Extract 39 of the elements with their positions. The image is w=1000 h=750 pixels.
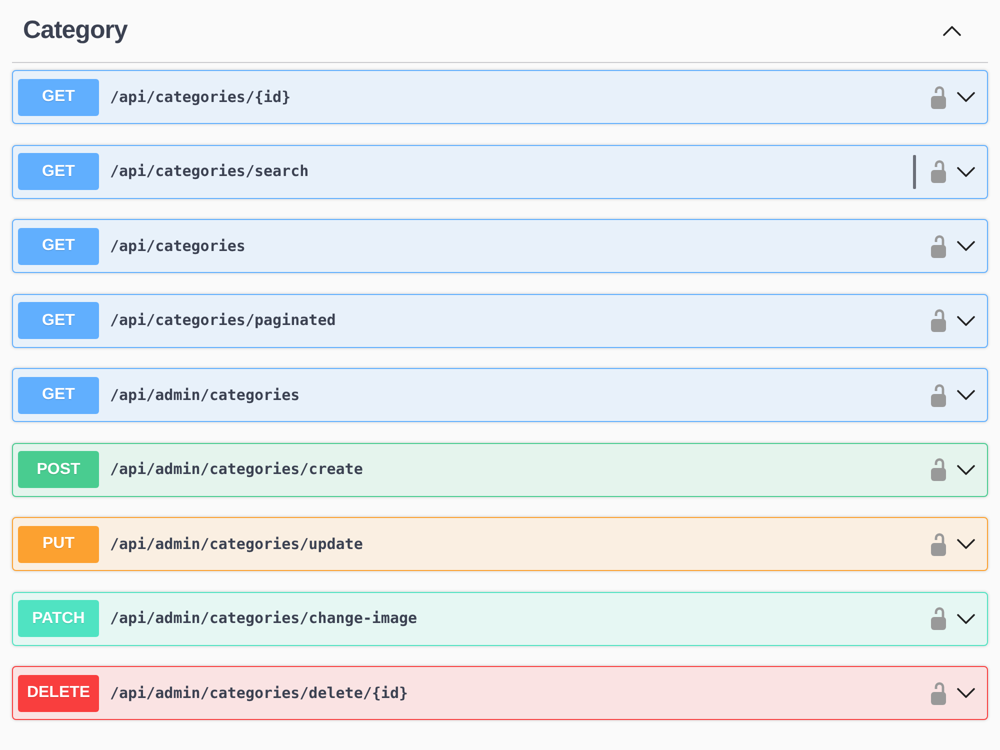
endpoint-row[interactable]: GET /api/categories/{id} [12, 70, 988, 124]
endpoint-path: /api/admin/categories/create [110, 459, 363, 480]
endpoint-path: /api/admin/categories/delete/{id} [110, 682, 408, 704]
chevron-down-icon[interactable] [957, 316, 975, 326]
endpoint-path: /api/admin/categories/update [110, 534, 363, 555]
endpoint-row[interactable]: GET /api/categories/paginated [12, 294, 988, 348]
endpoint-row[interactable]: PUT /api/admin/categories/update [12, 517, 988, 571]
method-badge: PATCH [18, 600, 99, 637]
endpoint-row[interactable]: GET /api/categories/search [12, 144, 988, 198]
method-badge: PUT [18, 526, 99, 562]
method-badge: GET [18, 376, 99, 414]
endpoint-path: /api/categories [110, 236, 246, 257]
chevron-down-icon[interactable] [957, 688, 975, 698]
section-title: Category [23, 15, 128, 46]
chevron-down-icon[interactable] [957, 614, 975, 624]
method-badge: POST [18, 451, 99, 488]
endpoint-row[interactable]: GET /api/admin/categories [12, 368, 988, 422]
endpoint-path: /api/categories/search [110, 161, 309, 182]
chevron-down-icon[interactable] [957, 166, 975, 176]
endpoint-path: /api/categories/{id} [110, 86, 291, 108]
endpoint-row[interactable]: PATCH /api/admin/categories/change-image [12, 592, 988, 646]
chevron-down-icon[interactable] [957, 92, 975, 102]
endpoint-path: /api/categories/paginated [110, 310, 336, 332]
open-padlock-icon[interactable] [931, 607, 946, 630]
endpoint-row[interactable]: DELETE /api/admin/categories/delete/{id} [12, 666, 988, 720]
method-badge: GET [18, 78, 99, 116]
endpoint-row[interactable]: POST /api/admin/categories/create [12, 442, 988, 496]
chevron-up-icon[interactable] [943, 26, 961, 36]
endpoint-row[interactable]: GET /api/categories [12, 219, 988, 273]
chevron-down-icon[interactable] [957, 390, 975, 400]
method-badge: GET [18, 302, 99, 339]
method-badge: DELETE [18, 674, 99, 712]
method-badge: GET [18, 228, 99, 264]
chevron-down-icon[interactable] [957, 464, 975, 474]
method-badge: GET [18, 153, 99, 190]
chevron-down-icon[interactable] [957, 241, 975, 251]
endpoint-path: /api/admin/categories/change-image [110, 608, 418, 630]
endpoint-path: /api/admin/categories [110, 384, 300, 406]
chevron-down-icon[interactable] [957, 539, 975, 549]
